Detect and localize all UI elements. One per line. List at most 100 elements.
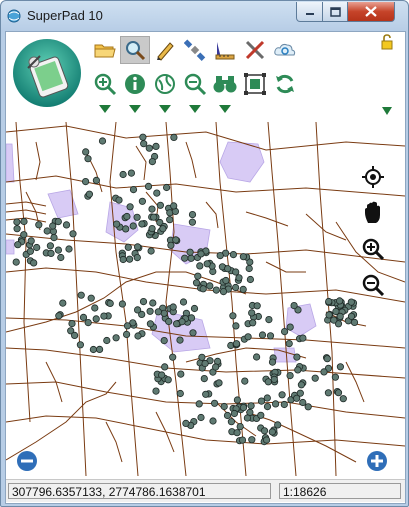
land-parcel[interactable] [151,309,211,353]
feature-point[interactable] [320,368,328,376]
feature-point[interactable] [160,309,168,317]
feature-point[interactable] [198,353,206,361]
feature-point[interactable] [144,182,153,191]
feature-point[interactable] [148,225,156,233]
feature-point[interactable] [166,216,174,224]
feature-point[interactable] [219,288,228,296]
lock-icon[interactable] [380,34,394,50]
feature-point[interactable] [248,436,256,444]
feature-point[interactable] [232,283,240,292]
feature-point[interactable] [209,417,217,425]
feature-point[interactable] [268,358,277,366]
feature-point[interactable] [152,142,160,150]
feature-point[interactable] [264,378,272,386]
feature-point[interactable] [77,291,85,299]
feature-point[interactable] [270,375,278,383]
feature-point[interactable] [297,381,305,389]
feature-point[interactable] [170,202,178,210]
feature-point[interactable] [33,243,41,252]
feature-point[interactable] [173,320,181,328]
feature-point[interactable] [149,299,157,307]
feature-point[interactable] [339,395,347,403]
feature-point[interactable] [91,304,99,312]
maximize-button[interactable] [322,2,349,22]
map-view[interactable] [6,122,405,476]
feature-point[interactable] [246,275,254,284]
feature-point[interactable] [57,253,65,262]
feature-point[interactable] [274,421,282,429]
feature-point[interactable] [268,428,276,436]
feature-point[interactable] [262,436,271,444]
feature-point[interactable] [278,391,286,399]
feature-point[interactable] [257,411,265,419]
feature-point[interactable] [47,249,55,257]
feature-point[interactable] [230,409,238,418]
feature-point[interactable] [98,137,107,145]
feature-point[interactable] [239,253,247,261]
feature-point[interactable] [323,355,331,363]
feature-point[interactable] [69,230,77,238]
feature-point[interactable] [133,254,141,262]
feature-point[interactable] [172,236,180,244]
feature-point[interactable] [299,334,307,342]
feature-point[interactable] [96,345,104,353]
feature-point[interactable] [232,322,240,330]
feature-point[interactable] [50,234,58,242]
feature-point[interactable] [304,403,312,411]
feature-point[interactable] [248,309,256,317]
feature-point[interactable] [76,341,85,349]
feature-point[interactable] [196,262,204,270]
feature-point[interactable] [26,247,34,255]
feature-point[interactable] [169,353,177,361]
zoom-in-dropdown[interactable] [90,104,120,118]
feature-point[interactable] [79,313,88,321]
feature-point[interactable] [235,274,243,282]
feature-point[interactable] [239,285,247,293]
feature-point[interactable] [245,264,253,273]
feature-point[interactable] [154,308,162,316]
feature-point[interactable] [159,225,167,233]
feature-point[interactable] [220,402,228,411]
feature-point[interactable] [49,222,57,230]
feature-point[interactable] [139,133,147,141]
feature-point[interactable] [147,247,155,255]
feature-point[interactable] [202,390,210,398]
feature-point[interactable] [324,389,332,397]
feature-point[interactable] [200,375,208,383]
feature-point[interactable] [84,155,92,163]
feature-point[interactable] [169,303,177,311]
feature-point[interactable] [187,314,196,322]
feature-point[interactable] [280,400,288,409]
feature-point[interactable] [293,394,301,402]
feature-point[interactable] [126,255,134,263]
land-parcel[interactable] [219,141,265,183]
feature-point[interactable] [92,315,100,323]
feature-point[interactable] [311,374,319,382]
feature-point[interactable] [12,258,20,266]
feature-point[interactable] [119,255,127,264]
feature-point[interactable] [331,373,339,381]
feature-point[interactable] [118,300,127,308]
feature-point[interactable] [176,336,184,344]
feature-point[interactable] [199,285,207,293]
feature-point[interactable] [211,399,219,407]
feature-point[interactable] [280,328,289,336]
feature-point[interactable] [233,396,241,404]
feature-point[interactable] [212,286,220,294]
feature-point[interactable] [260,427,269,435]
feature-point[interactable] [190,304,199,313]
land-parcel[interactable] [6,143,15,183]
close-button[interactable] [347,2,395,22]
feature-point[interactable] [20,231,28,239]
feature-point[interactable] [127,169,136,177]
feature-point[interactable] [201,359,209,368]
feature-point[interactable] [115,196,123,204]
feature-point[interactable] [229,251,237,259]
feature-point[interactable] [335,297,344,305]
feature-point[interactable] [325,297,333,306]
feature-point[interactable] [188,218,196,226]
feature-point[interactable] [253,353,261,361]
feature-point[interactable] [212,363,220,371]
feature-point[interactable] [197,250,205,258]
feature-point[interactable] [239,403,248,412]
